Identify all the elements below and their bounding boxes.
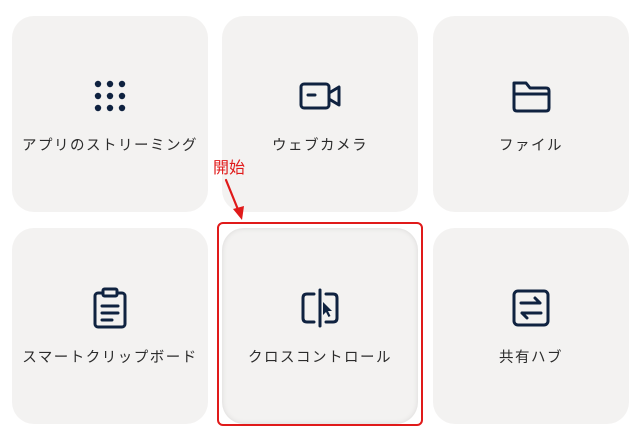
smart-clipboard-label: スマートクリップボード	[22, 350, 198, 366]
share-hub-label: 共有ハブ	[499, 350, 563, 366]
webcam-label: ウェブカメラ	[272, 138, 368, 154]
app-streaming-tile[interactable]: アプリのストリーミング	[12, 16, 208, 212]
clipboard-icon	[88, 286, 132, 330]
smart-clipboard-tile[interactable]: スマートクリップボード	[12, 228, 208, 424]
app-streaming-label: アプリのストリーミング	[22, 138, 198, 154]
files-tile[interactable]: ファイル	[433, 16, 629, 212]
files-label: ファイル	[499, 138, 563, 154]
webcam-icon	[298, 74, 342, 118]
share-hub-tile[interactable]: 共有ハブ	[433, 228, 629, 424]
app-grid-icon	[88, 74, 132, 118]
start-annotation-label: 開始	[213, 158, 246, 177]
cross-control-tile[interactable]: クロスコントロール	[222, 228, 418, 424]
cross-control-label: クロスコントロール	[248, 350, 392, 366]
feature-grid: アプリのストリーミング ウェブカメラ ファイル スマートクリップボード クロスコ…	[0, 0, 643, 445]
annotation-arrow-icon	[224, 178, 244, 220]
cross-control-icon	[298, 286, 342, 330]
folder-icon	[509, 74, 553, 118]
share-hub-icon	[509, 286, 553, 330]
